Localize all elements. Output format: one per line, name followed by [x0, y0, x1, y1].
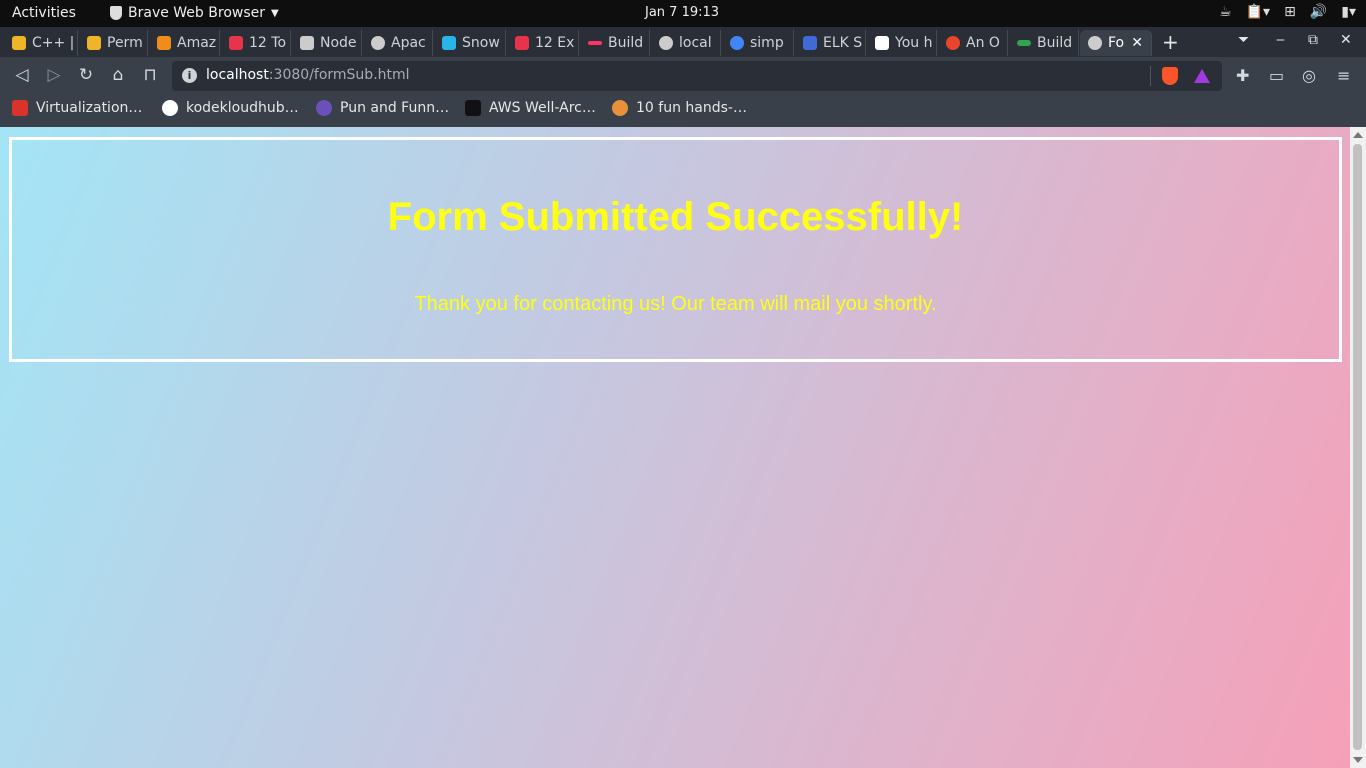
menu-icon[interactable]: ≡	[1337, 66, 1350, 85]
network-icon[interactable]: ⊞	[1284, 4, 1296, 20]
tab-favicon-icon	[1088, 36, 1102, 50]
success-card: Form Submitted Successfully! Thank you f…	[9, 137, 1342, 362]
close-window-icon[interactable]: ✕	[1340, 32, 1352, 48]
close-tab-icon[interactable]: ✕	[1131, 35, 1143, 51]
tab-favicon-icon	[875, 36, 889, 50]
bookmark-button[interactable]: ⊓	[140, 65, 160, 85]
app-menu-button[interactable]: Brave Web Browser ▼	[110, 5, 279, 21]
cloud-icon	[612, 100, 628, 116]
confirmation-message: Thank you for contacting us! Our team wi…	[414, 293, 937, 315]
address-bar[interactable]: i localhost:3080/formSub.html	[172, 61, 1222, 91]
bookmark-item[interactable]: AWS Well-Arc…	[465, 100, 596, 116]
volume-icon[interactable]: 🔊	[1310, 4, 1327, 20]
bookmark-favicon-icon	[12, 100, 28, 116]
brave-rewards-icon[interactable]	[1194, 69, 1210, 83]
page-title: Form Submitted Successfully!	[387, 195, 964, 239]
tab-favicon-icon	[12, 36, 26, 50]
tab[interactable]: Build	[580, 30, 650, 56]
tab[interactable]: Build	[1009, 30, 1079, 56]
tab-strip: C++ | Perm Amaz 12 To Node Apac Snow 12 …	[0, 27, 1366, 57]
tab-favicon-icon	[157, 36, 171, 50]
system-tray: ☕ 📋▾ ⊞ 🔊 ▮▾	[1219, 4, 1356, 20]
battery-icon[interactable]: ▮▾	[1341, 4, 1356, 20]
tab[interactable]: ELK S	[795, 30, 866, 56]
new-tab-button[interactable]: +	[1162, 30, 1179, 54]
tab-favicon-icon	[87, 36, 101, 50]
clipboard-icon[interactable]: 📋▾	[1246, 4, 1270, 20]
tab[interactable]: 12 Ex	[507, 30, 579, 56]
tab-favicon-icon	[803, 36, 817, 50]
bookmark-favicon-icon	[316, 100, 332, 116]
bookmark-item[interactable]: kodekloudhub…	[162, 100, 299, 116]
tab[interactable]: Amaz	[149, 30, 220, 56]
home-button[interactable]: ⌂	[108, 65, 128, 85]
tab-favicon-icon	[659, 36, 673, 50]
tab[interactable]: C++ |	[4, 30, 78, 56]
bookmark-item[interactable]: Virtualization…	[12, 100, 142, 116]
clock[interactable]: Jan 7 19:13	[645, 5, 719, 20]
tab-favicon-icon	[300, 36, 314, 50]
tab[interactable]: 12 To	[221, 30, 291, 56]
tab[interactable]: Apac	[363, 30, 433, 56]
scrollbar-thumb[interactable]	[1353, 144, 1362, 750]
tab-favicon-icon	[946, 36, 960, 50]
profile-icon[interactable]: ◎	[1302, 66, 1316, 85]
minimize-icon[interactable]: ‒	[1276, 32, 1285, 48]
tab[interactable]: Snow	[434, 30, 506, 56]
bookmarks-bar: Virtualization… kodekloudhub… Pun and Fu…	[0, 94, 1366, 127]
tab[interactable]: simp	[722, 30, 794, 56]
tab[interactable]: Node	[292, 30, 362, 56]
site-info-icon[interactable]: i	[182, 68, 197, 83]
tab[interactable]: An O	[938, 30, 1008, 56]
tab-favicon-icon	[371, 36, 385, 50]
tab-favicon-icon	[588, 41, 602, 45]
page-viewport: Form Submitted Successfully! Thank you f…	[0, 127, 1350, 768]
divider	[1150, 66, 1151, 86]
coffee-icon[interactable]: ☕	[1219, 4, 1232, 20]
tab-favicon-icon	[229, 36, 243, 50]
system-top-bar: Activities Brave Web Browser ▼ Jan 7 19:…	[0, 0, 1366, 27]
wallet-icon[interactable]: ▭	[1269, 66, 1284, 85]
tab-active[interactable]: Fo ✕	[1080, 30, 1152, 56]
forward-button[interactable]: ▷	[44, 65, 64, 85]
scrollbar[interactable]	[1350, 127, 1366, 768]
tab-search-icon[interactable]: ⏷	[1238, 32, 1249, 48]
app-name-label: Brave Web Browser	[128, 5, 265, 21]
bookmark-item[interactable]: 10 fun hands-…	[612, 100, 747, 116]
tab[interactable]: You h	[867, 30, 937, 56]
tab[interactable]: local	[651, 30, 721, 56]
activities-button[interactable]: Activities	[12, 5, 76, 21]
extensions-icon[interactable]: ✚	[1236, 66, 1249, 85]
scroll-up-icon[interactable]	[1353, 132, 1363, 138]
github-icon	[162, 100, 178, 116]
restore-icon[interactable]: ⧉	[1308, 32, 1318, 48]
brave-shields-icon[interactable]	[1162, 67, 1178, 85]
back-button[interactable]: ◁	[12, 65, 32, 85]
reload-button[interactable]: ↻	[76, 65, 96, 85]
url-text[interactable]: localhost:3080/formSub.html	[206, 67, 410, 83]
graduation-cap-icon	[465, 100, 481, 116]
tab-favicon-icon	[515, 36, 529, 50]
tab-favicon-icon	[730, 36, 744, 50]
tab-favicon-icon	[442, 36, 456, 50]
bookmark-item[interactable]: Pun and Funn…	[316, 100, 449, 116]
tab[interactable]: Perm	[79, 30, 148, 56]
brave-lion-icon	[110, 6, 122, 20]
scroll-down-icon[interactable]	[1353, 757, 1363, 763]
tab-favicon-icon	[1017, 40, 1031, 46]
chevron-down-icon: ▼	[271, 7, 279, 19]
browser-toolbar: ◁ ▷ ↻ ⌂ ⊓ i localhost:3080/formSub.html …	[0, 57, 1366, 94]
